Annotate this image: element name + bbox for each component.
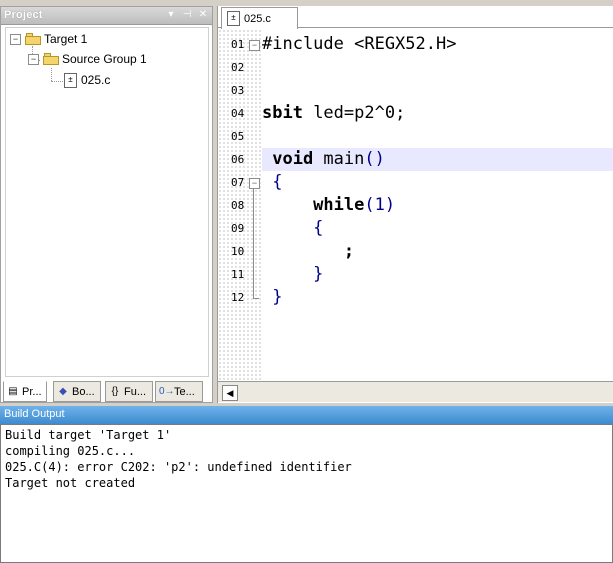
scroll-left-icon[interactable]: ◀: [222, 385, 238, 401]
tab-label: Te...: [174, 385, 195, 398]
tree-label-target: Target 1: [44, 32, 88, 46]
code-line[interactable]: }: [262, 286, 613, 309]
line-number-gutter: 01−02 03 04 05 06 07−08 09 10 11 12: [218, 29, 262, 381]
c-file-icon: ±: [64, 72, 77, 88]
project-tabs: ▤ Pr... ◆ Bo... {} Fu... 0→ Te...: [3, 381, 211, 402]
code-line[interactable]: {: [262, 171, 613, 194]
line-number: 09: [231, 222, 245, 235]
tree-node-target[interactable]: − Target 1: [10, 30, 87, 48]
code-line[interactable]: while(1): [262, 194, 613, 217]
line-number: 11: [231, 268, 245, 281]
collapse-icon[interactable]: −: [10, 33, 21, 45]
code-line[interactable]: ;: [262, 240, 613, 263]
build-output-title: Build Output: [0, 406, 613, 424]
fold-toggle-icon[interactable]: −: [249, 40, 260, 51]
folder-icon: [43, 53, 59, 65]
tab-books[interactable]: ◆ Bo...: [53, 381, 101, 402]
code-line[interactable]: sbit led=p2^0;: [262, 102, 613, 125]
line-number: 08: [231, 199, 245, 212]
code-line[interactable]: {: [262, 217, 613, 240]
tab-functions[interactable]: {} Fu...: [105, 381, 153, 402]
code-line[interactable]: [262, 125, 613, 148]
books-icon: ◆: [59, 385, 67, 397]
line-number: 07: [231, 176, 245, 189]
tree-node-file[interactable]: ± 025.c: [64, 71, 110, 89]
tree-label-group: Source Group 1: [62, 52, 147, 66]
close-icon[interactable]: ✕: [197, 9, 209, 21]
line-number: 01: [231, 38, 245, 51]
code-line[interactable]: void main(): [262, 148, 613, 171]
project-tree: − Target 1 − Source Group 1 ± 025.c: [5, 27, 209, 377]
editor-tab-label: 025.c: [244, 12, 271, 25]
line-number: 10: [231, 245, 245, 258]
build-output-line: compiling 025.c...: [5, 444, 136, 458]
build-output-text[interactable]: Build target 'Target 1' compiling 025.c..…: [0, 424, 613, 563]
tab-label: Fu...: [124, 385, 147, 398]
fold-toggle-icon[interactable]: −: [249, 178, 260, 189]
tab-label: Bo...: [72, 385, 95, 398]
editor-pane: ± 025.c 01−02 03 04 05 06 07−08 09 10 11 12 #incl…: [217, 6, 613, 403]
line-number: 03: [231, 84, 245, 97]
project-title: Project: [4, 9, 43, 21]
horizontal-scrollbar[interactable]: ◀: [218, 381, 613, 402]
target-folder-icon: [25, 33, 41, 45]
dropdown-icon[interactable]: ▾: [165, 9, 177, 21]
code-line[interactable]: #include <REGX52.H>: [262, 33, 613, 56]
tab-label: Pr...: [22, 385, 42, 398]
c-file-icon: ±: [227, 11, 240, 26]
line-number: 04: [231, 107, 245, 120]
project-title-bar: Project ▾ ⊣ ✕: [1, 7, 212, 25]
editor-tab-bar: ± 025.c: [218, 6, 613, 29]
code-area[interactable]: #include <REGX52.H> sbit led=p2^0; void m…: [262, 29, 613, 381]
code-line[interactable]: }: [262, 263, 613, 286]
project-pane: Project ▾ ⊣ ✕ − Target 1 − Source Group …: [0, 6, 213, 403]
code-line[interactable]: [262, 56, 613, 79]
book-icon: ▤: [8, 385, 18, 397]
build-output-line: Build target 'Target 1': [5, 428, 172, 442]
line-number: 06: [231, 153, 245, 166]
build-output-line: 025.C(4): error C202: 'p2': undefined id…: [5, 460, 352, 474]
collapse-icon[interactable]: −: [28, 53, 39, 65]
line-number: 12: [231, 291, 245, 304]
build-output-pane: Build Output Build target 'Target 1' comp…: [0, 406, 613, 563]
line-number: 05: [231, 130, 245, 143]
line-number: 02: [231, 61, 245, 74]
functions-icon: {}: [111, 385, 119, 397]
templates-icon: 0→: [159, 385, 175, 397]
editor-file-tab[interactable]: ± 025.c: [221, 7, 298, 29]
build-output-line: Target not created: [5, 476, 136, 490]
tree-label-file: 025.c: [81, 73, 111, 87]
tab-project[interactable]: ▤ Pr...: [3, 381, 47, 402]
tab-templates[interactable]: 0→ Te...: [155, 381, 203, 402]
pin-icon[interactable]: ⊣: [181, 9, 193, 21]
tree-node-source-group[interactable]: − Source Group 1: [28, 50, 147, 68]
code-line[interactable]: [262, 79, 613, 102]
